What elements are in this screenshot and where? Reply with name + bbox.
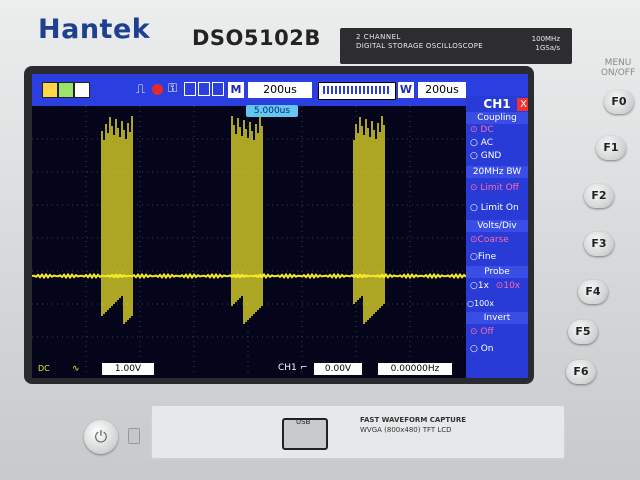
panel-caption-2: WVGA (800x480) TFT LCD bbox=[360, 426, 452, 434]
volts-div-header: Volts/Div bbox=[466, 220, 528, 232]
f5-button[interactable]: F5 bbox=[568, 320, 598, 344]
panel-caption-1: FAST WAVEFORM CAPTURE bbox=[360, 416, 467, 424]
f0-button[interactable]: F0 bbox=[604, 90, 634, 114]
bandwidth-section: 20MHz BW ⊙ Limit Off ○ Limit On bbox=[466, 166, 528, 218]
ch1-scale: 1.00V bbox=[102, 363, 154, 375]
trigger-level: 0.00V bbox=[314, 363, 362, 375]
bandwidth-icon: ∿ bbox=[72, 364, 80, 374]
display-mode-icon bbox=[58, 82, 74, 98]
key-icon: ⚿ bbox=[168, 81, 178, 95]
close-icon[interactable]: X bbox=[517, 98, 528, 111]
spec-rate: 1GSa/s bbox=[535, 44, 560, 52]
option-label: Coarse bbox=[477, 235, 509, 245]
window-timebase: 200us bbox=[418, 82, 466, 98]
invert-section: Invert ⊙ Off ○ On bbox=[466, 312, 528, 358]
trigger-source: CH1 bbox=[278, 363, 297, 373]
probe-row-1: ○1x ⊙10x bbox=[466, 278, 528, 295]
f4-button[interactable]: F4 bbox=[578, 280, 608, 304]
option-label: 100x bbox=[473, 299, 494, 308]
bandwidth-on-option[interactable]: ○ Limit On bbox=[466, 198, 528, 218]
probe-section: Probe ○1x ⊙10x ○100x ○1000x bbox=[466, 266, 528, 325]
option-label: GND bbox=[480, 151, 502, 161]
spec-bandwidth: 100MHz bbox=[531, 35, 560, 43]
bandwidth-off-option[interactable]: ⊙ Limit Off bbox=[466, 178, 528, 198]
zoom-window-indicator bbox=[318, 82, 396, 100]
probe-1x-option[interactable]: ○1x bbox=[470, 281, 489, 291]
main-timebase: 200us bbox=[248, 82, 312, 98]
option-label: AC bbox=[480, 138, 494, 148]
power-button[interactable]: ⏻ bbox=[84, 420, 118, 454]
option-label: Fine bbox=[477, 252, 497, 262]
desc-line1: 2 CHANNEL bbox=[356, 33, 401, 41]
probe-header: Probe bbox=[466, 266, 528, 278]
main-timebase-tag: M bbox=[228, 82, 244, 98]
description-box: 2 CHANNEL DIGITAL STORAGE OSCILLOSCOPE 1… bbox=[340, 28, 572, 64]
waveform-grid bbox=[32, 106, 466, 374]
coupling-ac-option[interactable]: ○ AC bbox=[466, 137, 528, 150]
display-screen: ⎍ ⚿ M 200us W 200us 5.000us DC ∿ 1.00V C… bbox=[32, 74, 528, 378]
probe-10x-option[interactable]: ⊙10x bbox=[496, 281, 520, 291]
f1-button[interactable]: F1 bbox=[596, 136, 626, 160]
brand-logo: Hantek bbox=[38, 14, 151, 45]
bottom-status-bar: DC ∿ 1.00V CH1 ⌐ 0.00V 0.00000Hz bbox=[32, 363, 466, 378]
baseline-trace bbox=[32, 272, 466, 280]
option-label: DC bbox=[480, 125, 494, 135]
top-status-bar: ⎍ ⚿ M 200us W 200us bbox=[32, 74, 528, 106]
invert-header: Invert bbox=[466, 312, 528, 324]
trigger-slope-icon: ⌐ bbox=[300, 363, 308, 373]
coupling-dc-option[interactable]: ⊙ DC bbox=[466, 124, 528, 137]
usb-save-icon bbox=[184, 82, 196, 96]
waveform-mode-icon bbox=[42, 82, 58, 98]
persist-mode-icon bbox=[74, 82, 90, 98]
option-label: 10x bbox=[503, 281, 521, 291]
desc-line2: DIGITAL STORAGE OSCILLOSCOPE bbox=[356, 42, 483, 50]
network-icon bbox=[212, 82, 224, 96]
run-stop-icon bbox=[152, 84, 163, 95]
volts-coarse-option[interactable]: ⊙Coarse bbox=[466, 232, 528, 249]
menu-onoff-label: MENU ON/OFF bbox=[600, 58, 636, 78]
window-timebase-tag: W bbox=[398, 82, 414, 98]
print-icon bbox=[198, 82, 210, 96]
invert-on-option[interactable]: ○ On bbox=[466, 341, 528, 358]
front-panel-strip bbox=[150, 404, 566, 460]
bandwidth-header: 20MHz BW bbox=[466, 166, 528, 178]
coupling-gnd-option[interactable]: ○ GND bbox=[466, 150, 528, 163]
aux-button-1[interactable] bbox=[128, 428, 140, 444]
option-label: Limit Off bbox=[480, 183, 519, 193]
frequency-readout: 0.00000Hz bbox=[378, 363, 452, 375]
option-label: 1x bbox=[477, 281, 489, 291]
trigger-position-marker: 5.000us bbox=[246, 105, 298, 117]
f2-button[interactable]: F2 bbox=[584, 184, 614, 208]
ch-coupling: DC bbox=[38, 364, 50, 373]
option-label: Off bbox=[480, 327, 494, 337]
coupling-header: Coupling bbox=[466, 112, 528, 124]
model-name: DSO5102B bbox=[192, 26, 321, 50]
volts-div-section: Volts/Div ⊙Coarse ○Fine bbox=[466, 220, 528, 266]
trigger-edge-icon: ⎍ bbox=[136, 82, 146, 97]
usb-label: USB bbox=[296, 418, 311, 426]
probe-row-2: ○100x ○1000x bbox=[466, 295, 528, 325]
coupling-section: Coupling ⊙ DC ○ AC ○ GND bbox=[466, 112, 528, 163]
f3-button[interactable]: F3 bbox=[584, 232, 614, 256]
volts-fine-option[interactable]: ○Fine bbox=[466, 249, 528, 266]
invert-off-option[interactable]: ⊙ Off bbox=[466, 324, 528, 341]
option-label: Limit On bbox=[480, 203, 519, 213]
f6-button[interactable]: F6 bbox=[566, 360, 596, 384]
probe-100x-option[interactable]: ○100x bbox=[467, 299, 494, 308]
ch1-trace bbox=[32, 116, 466, 324]
option-label: On bbox=[480, 344, 494, 354]
